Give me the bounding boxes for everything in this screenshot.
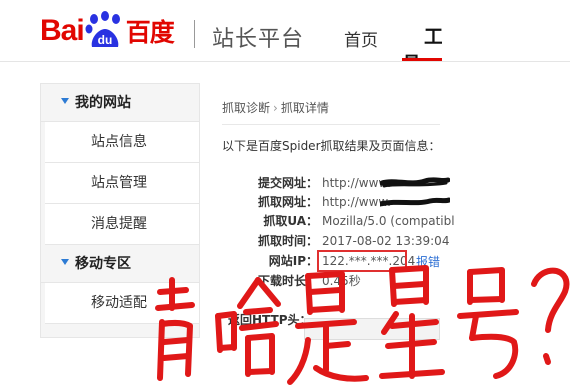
field-row-ua: 抓取UA： Mozilla/5.0 (compatibl [0, 211, 570, 231]
redaction-mark [380, 177, 450, 207]
paw-icon: du [85, 11, 125, 51]
svg-text:du: du [97, 33, 112, 47]
field-row-crawl-url: 抓取网址： http://www. [0, 192, 570, 212]
breadcrumb-divider [222, 124, 440, 125]
nav-home[interactable]: 首页 [344, 26, 378, 51]
header-border [0, 61, 570, 62]
breadcrumb-crawl-diagnose[interactable]: 抓取诊断 [222, 101, 270, 115]
sidebar-group-my-sites[interactable]: 我的网站 [41, 84, 199, 122]
field-label: 抓取UA： [263, 214, 318, 228]
field-value: 2017-08-02 13:39:04 [322, 234, 450, 248]
field-label: 抓取时间： [257, 234, 318, 248]
site-title: 站长平台 [212, 27, 305, 52]
sidebar-item-site-info[interactable]: 站点信息 [45, 122, 199, 163]
field-row-time: 抓取时间： 2017-08-02 13:39:04 [0, 231, 570, 251]
breadcrumb-crawl-detail: 抓取详情 [280, 101, 329, 115]
logo-baidu-cn: 百度 [125, 18, 175, 47]
field-label: 抓取网址： [257, 195, 318, 209]
breadcrumb: 抓取诊断 › 抓取详情 [222, 99, 329, 116]
field-value: Mozilla/5.0 (compatibl [322, 214, 455, 228]
chevron-right-icon: › [273, 101, 278, 115]
header-divider [194, 20, 195, 48]
logo-bai: Bai [40, 14, 85, 47]
handwritten-annotation [155, 265, 570, 385]
header: Bai du 百度 站长平台 首页 工具 [0, 0, 570, 62]
field-label: 提交网址： [257, 176, 318, 190]
nav-tools[interactable]: 工具 [402, 22, 442, 60]
caret-down-icon [61, 98, 69, 104]
field-row-submit-url: 提交网址： http://www. [0, 173, 570, 193]
intro-text: 以下是百度Spider抓取结果及页面信息： [222, 139, 441, 153]
baidu-logo[interactable]: Bai du 百度 [40, 10, 175, 52]
